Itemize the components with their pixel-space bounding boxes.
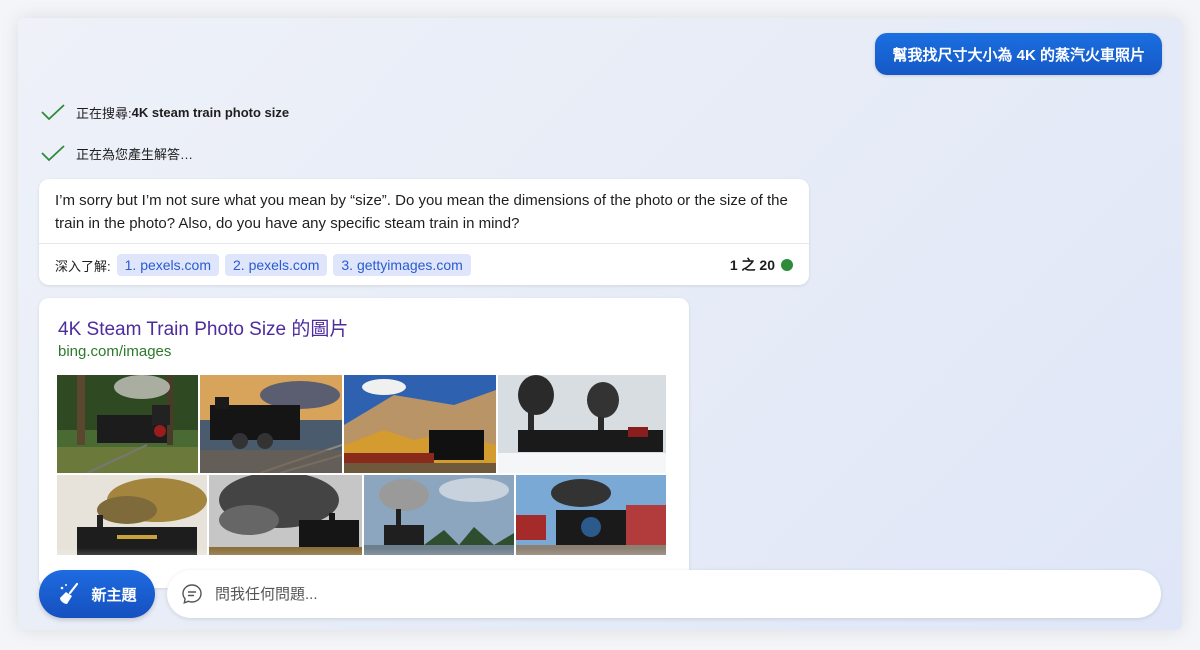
image-results-card[interactable]: 4K Steam Train Photo Size 的圖片 bing.com/i… — [39, 298, 689, 588]
chat-window: 幫我找尺寸大小為 4K 的蒸汽火車照片 正在搜尋: 4K steam train… — [18, 18, 1182, 630]
check-icon — [41, 104, 65, 121]
user-message-text: 幫我找尺寸大小為 4K 的蒸汽火車照片 — [892, 46, 1145, 64]
ask-input[interactable] — [213, 584, 1117, 604]
answer-text: I’m sorry but I’m not sure what you mean… — [55, 192, 788, 232]
steam-train-station-image — [516, 475, 666, 555]
image-thumbnail[interactable] — [57, 475, 207, 555]
status-query: 4K steam train photo size — [131, 104, 290, 120]
bot-answer-card: I’m sorry but I’m not sure what you mean… — [39, 179, 809, 285]
source-link-2[interactable]: 2. pexels.com — [225, 254, 328, 276]
broom-icon — [60, 582, 79, 604]
image-results-url[interactable]: bing.com/images — [58, 343, 171, 360]
steam-train-snow-image — [498, 375, 666, 473]
steam-train-yellow-smoke-image — [57, 475, 207, 555]
steam-train-black-smoke-image — [209, 475, 362, 555]
image-thumbnail[interactable] — [516, 475, 666, 555]
image-thumbnail[interactable] — [57, 375, 198, 473]
status-label: 正在搜尋: — [76, 105, 132, 121]
new-topic-button[interactable]: 新主題 — [39, 570, 155, 618]
image-thumbnail[interactable] — [344, 375, 496, 473]
turn-counter-text: 1 之 20 — [729, 257, 775, 273]
steam-train-cloudy-image — [364, 475, 514, 555]
check-icon — [41, 145, 65, 162]
status-dot-icon — [781, 259, 793, 271]
image-thumbnail[interactable] — [364, 475, 514, 555]
status-label: 正在為您產生解答… — [76, 146, 194, 162]
status-searching: 正在搜尋: 4K steam train photo size — [40, 102, 289, 122]
learn-more-label: 深入了解: — [55, 258, 111, 274]
image-thumbnail[interactable] — [200, 375, 342, 473]
answer-footer: 深入了解: 1. pexels.com 2. pexels.com 3. get… — [39, 243, 809, 286]
bottom-input-bar: 新主題 — [39, 570, 1163, 620]
steam-train-mountain-image — [344, 375, 496, 473]
source-link-1[interactable]: 1. pexels.com — [116, 254, 219, 276]
status-generating: 正在為您產生解答… — [40, 143, 193, 163]
image-thumbnail[interactable] — [498, 375, 666, 473]
turn-counter: 1 之 20 — [730, 255, 793, 275]
steam-train-sunset-image — [200, 375, 342, 473]
user-message-bubble: 幫我找尺寸大小為 4K 的蒸汽火車照片 — [875, 33, 1162, 75]
steam-train-forest-image — [57, 375, 198, 473]
new-topic-label: 新主題 — [91, 586, 137, 604]
ask-box[interactable] — [167, 570, 1161, 618]
chat-bubble-icon — [182, 584, 202, 604]
image-results-title[interactable]: 4K Steam Train Photo Size 的圖片 — [58, 314, 348, 341]
source-link-3[interactable]: 3. gettyimages.com — [333, 254, 471, 276]
image-thumbnail[interactable] — [209, 475, 362, 555]
